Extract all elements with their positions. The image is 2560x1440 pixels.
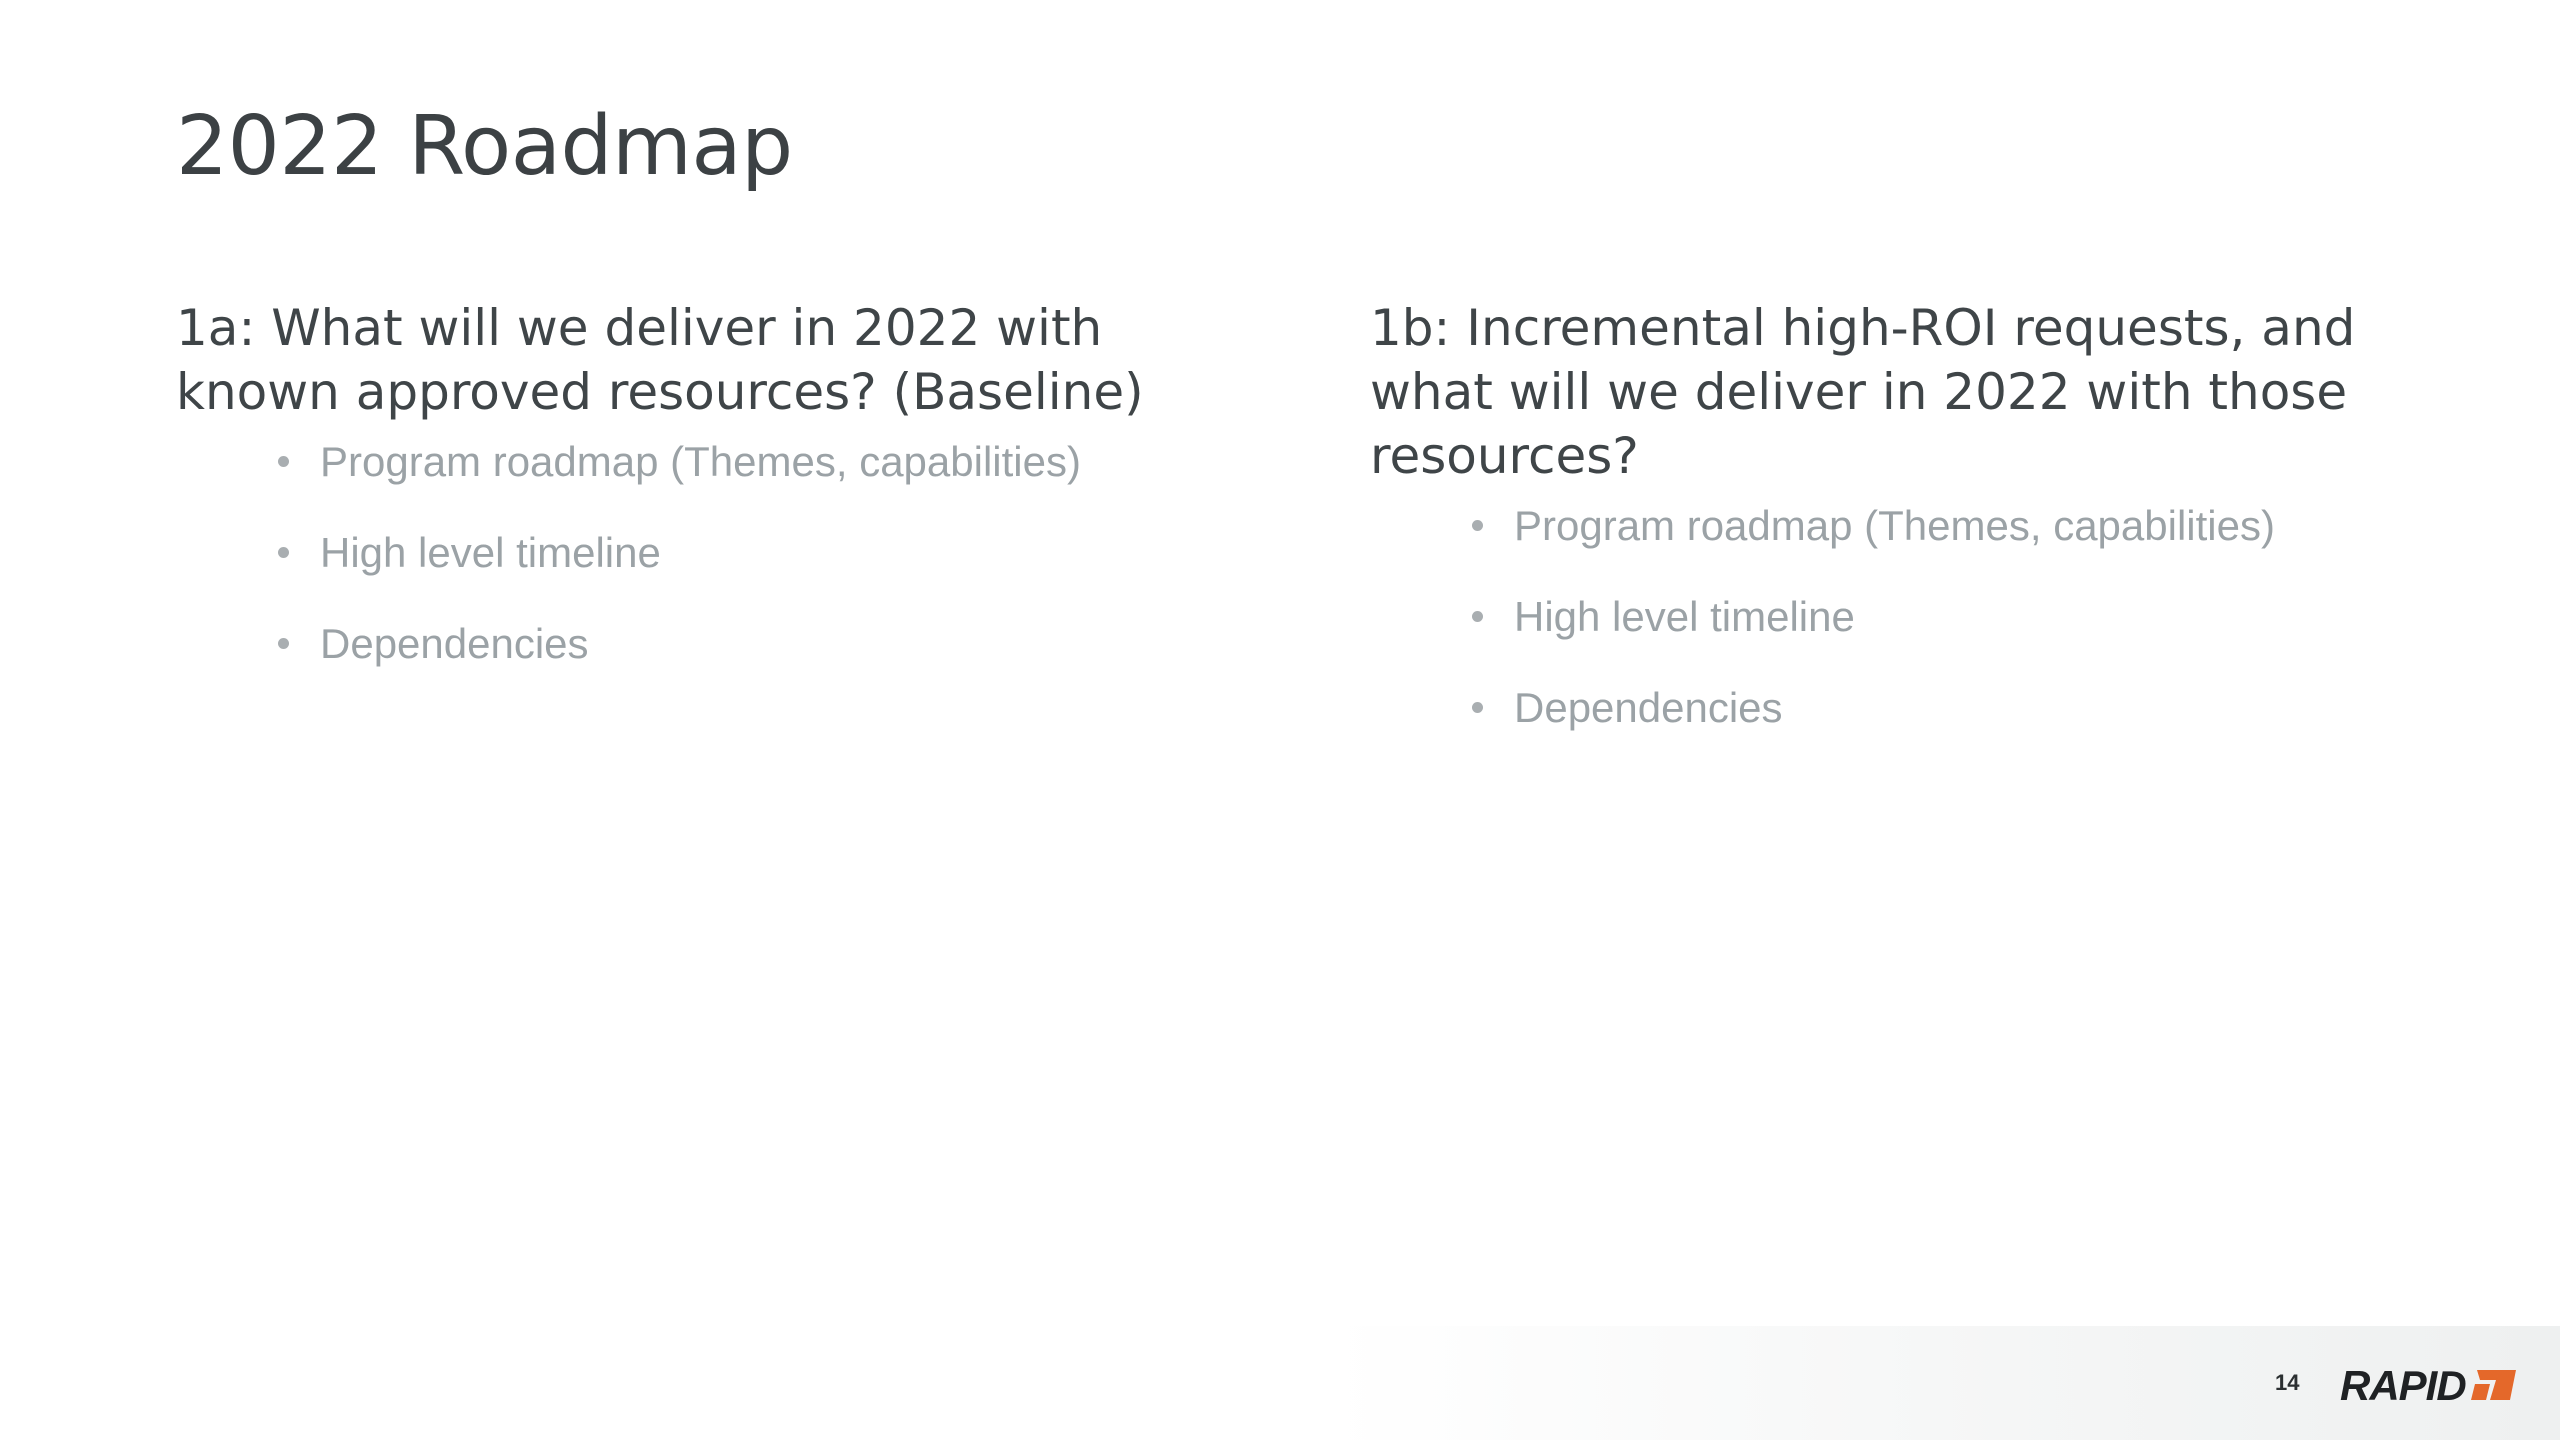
left-column-heading: 1a: What will we deliver in 2022 with kn…	[176, 296, 1276, 424]
slide: 2022 Roadmap 1a: What will we deliver in…	[0, 0, 2560, 1440]
bullet-item: Dependencies	[1472, 684, 2430, 732]
page-number: 14	[2275, 1370, 2300, 1395]
left-heading-line: 1a: What will we deliver in 2022 with	[176, 299, 1103, 357]
right-bullet-list: Program roadmap (Themes, capabilities) H…	[1370, 502, 2430, 732]
left-column: 1a: What will we deliver in 2022 with kn…	[176, 296, 1276, 711]
right-column-heading: 1b: Incremental high-ROI requests, and w…	[1370, 296, 2430, 488]
right-column: 1b: Incremental high-ROI requests, and w…	[1370, 296, 2430, 775]
logo-wordmark: RAPID	[2340, 1362, 2466, 1409]
left-bullet-list: Program roadmap (Themes, capabilities) H…	[176, 438, 1276, 668]
bullet-text: High level timeline	[320, 529, 661, 576]
left-heading-line: known approved resources? (Baseline)	[176, 363, 1144, 421]
slide-title: 2022 Roadmap	[176, 99, 793, 194]
bullet-text: High level timeline	[1514, 593, 1855, 640]
rapid7-logo: RAPID	[2340, 1362, 2516, 1409]
right-heading-line: what will we deliver in 2022 with those	[1370, 363, 2348, 421]
bullet-text: Program roadmap (Themes, capabilities)	[320, 438, 1081, 485]
bullet-item: Program roadmap (Themes, capabilities)	[1472, 502, 2430, 550]
bullet-dot-icon	[1472, 611, 1483, 622]
bullet-item: Program roadmap (Themes, capabilities)	[278, 438, 1276, 486]
bullet-text: Dependencies	[1514, 684, 1783, 731]
bullet-dot-icon	[278, 638, 289, 649]
bullet-item: Dependencies	[278, 620, 1276, 668]
bullet-item: High level timeline	[278, 529, 1276, 577]
bullet-dot-icon	[278, 547, 289, 558]
bullet-dot-icon	[1472, 520, 1483, 531]
bullet-item: High level timeline	[1472, 593, 2430, 641]
right-heading-line: resources?	[1370, 427, 1639, 485]
bullet-text: Program roadmap (Themes, capabilities)	[1514, 502, 2275, 549]
bullet-text: Dependencies	[320, 620, 589, 667]
logo-seven-mark	[2471, 1370, 2516, 1400]
bullet-dot-icon	[1472, 702, 1483, 713]
bullet-dot-icon	[278, 456, 289, 467]
right-heading-line: 1b: Incremental high-ROI requests, and	[1370, 299, 2356, 357]
